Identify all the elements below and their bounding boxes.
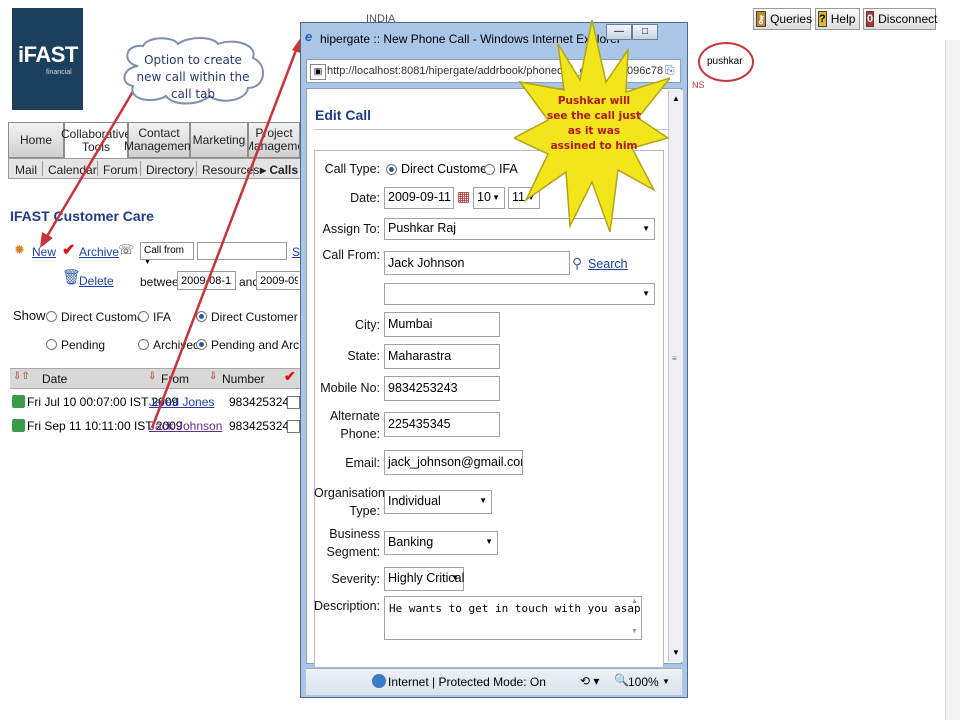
chevron-down-icon: ▼ [485, 537, 493, 546]
ie-icon: e [305, 29, 313, 44]
popup-scrollbar[interactable]: ▲ ≡ ▼ [668, 90, 683, 662]
scroll-down-icon[interactable]: ▼ [672, 648, 680, 657]
organisation-label: Organisation [314, 486, 385, 500]
call-type-label: Call Type: [324, 162, 380, 176]
business-segment-select[interactable]: Banking ▼ [384, 531, 498, 555]
call-from-input[interactable]: Jack Johnson [384, 251, 570, 275]
mobile-input[interactable]: 9834253243 [384, 376, 500, 401]
contact-select[interactable]: ▼ [384, 283, 655, 305]
call-from-value: Jack Johnson [388, 256, 465, 270]
assign-to-label: Assign To: [322, 222, 380, 236]
organisation-type-select[interactable]: Individual ▼ [384, 490, 492, 514]
calendar-icon[interactable]: ▦ [457, 188, 470, 205]
organisation-type-value: Individual [388, 494, 441, 508]
date-input[interactable]: 2009-09-11 [384, 187, 454, 209]
starburst-text: Pushkar will see the call just as it was… [547, 95, 641, 152]
call-type-ifa-radio[interactable] [484, 164, 495, 175]
page-icon: ▣ [310, 64, 326, 80]
date-label: Date: [350, 191, 380, 205]
scroll-up-icon[interactable]: ▲ [672, 94, 680, 103]
popup-status-bar: Internet | Protected Mode: On ⟲ ▾ 🔍 100%… [306, 668, 682, 695]
business-segment-value: Banking [388, 535, 434, 549]
user-name: pushkar [707, 56, 743, 67]
city-value: Mumbai [388, 317, 433, 331]
city-input[interactable]: Mumbai [384, 312, 500, 337]
alternate-phone-input[interactable]: 225435345 [384, 412, 500, 437]
call-from-label: Call From: [322, 248, 380, 262]
phone-label: Phone: [340, 427, 380, 441]
type-label: Type: [349, 504, 380, 518]
severity-select[interactable]: Highly Critical ▼ [384, 567, 464, 591]
chevron-down-icon: ▼ [492, 193, 500, 202]
zoom-level[interactable]: 100% [628, 675, 659, 689]
call-type-direct-label: Direct Customer [401, 162, 492, 176]
search-contact-link[interactable]: Search [588, 257, 628, 271]
hour-select[interactable]: 10 ▼ [473, 187, 505, 209]
arrow-head [40, 232, 53, 248]
textarea-scroll-up-icon[interactable]: ▲ [631, 598, 638, 605]
state-input[interactable]: Maharastra [384, 344, 500, 369]
assign-to-value: Pushkar Raj [388, 221, 457, 235]
email-input[interactable]: jack_johnson@gmail.com [384, 450, 523, 475]
state-label: State: [347, 349, 380, 363]
chevron-down-icon[interactable]: ▼ [662, 677, 670, 686]
call-type-direct-radio[interactable] [386, 164, 397, 175]
security-icon[interactable]: ⟲ ▾ [580, 674, 599, 688]
edit-call-heading: Edit Call [315, 107, 372, 123]
description-value: He wants to get in touch with you asap. [389, 602, 642, 615]
severity-label: Severity: [331, 572, 380, 586]
chevron-down-icon: ▼ [642, 289, 650, 298]
city-label: City: [355, 318, 380, 332]
arrow-line [44, 87, 137, 239]
email-value: jack_johnson@gmail.com [388, 455, 523, 469]
mobile-label: Mobile No: [320, 381, 380, 395]
zoom-icon[interactable]: 🔍 [614, 673, 629, 687]
chevron-down-icon: ▼ [479, 496, 487, 505]
search-icon[interactable]: ⚲ [572, 255, 582, 272]
alternate-label: Alternate [329, 409, 380, 423]
description-label: Description: [314, 599, 380, 613]
cloud-callout-text: Option to create new call within the cal… [136, 53, 250, 101]
date-value: 2009-09-11 [388, 190, 452, 204]
status-text: Internet | Protected Mode: On [388, 675, 546, 689]
banner-fragment: NS [692, 80, 705, 90]
state-value: Maharastra [388, 349, 452, 363]
alternate-phone-value: 225435345 [388, 417, 451, 431]
mobile-value: 9834253243 [388, 381, 458, 395]
description-textarea[interactable]: He wants to get in touch with you asap. [384, 596, 642, 640]
chevron-down-icon: ▼ [451, 573, 459, 582]
business-label: Business [329, 527, 380, 541]
email-label: Email: [345, 456, 380, 470]
scroll-grip-icon[interactable]: ≡ [672, 354, 677, 363]
segment-label: Segment: [326, 545, 380, 559]
globe-icon [372, 674, 386, 688]
textarea-scroll-down-icon[interactable]: ▼ [631, 628, 638, 635]
hour-value: 10 [477, 190, 491, 204]
